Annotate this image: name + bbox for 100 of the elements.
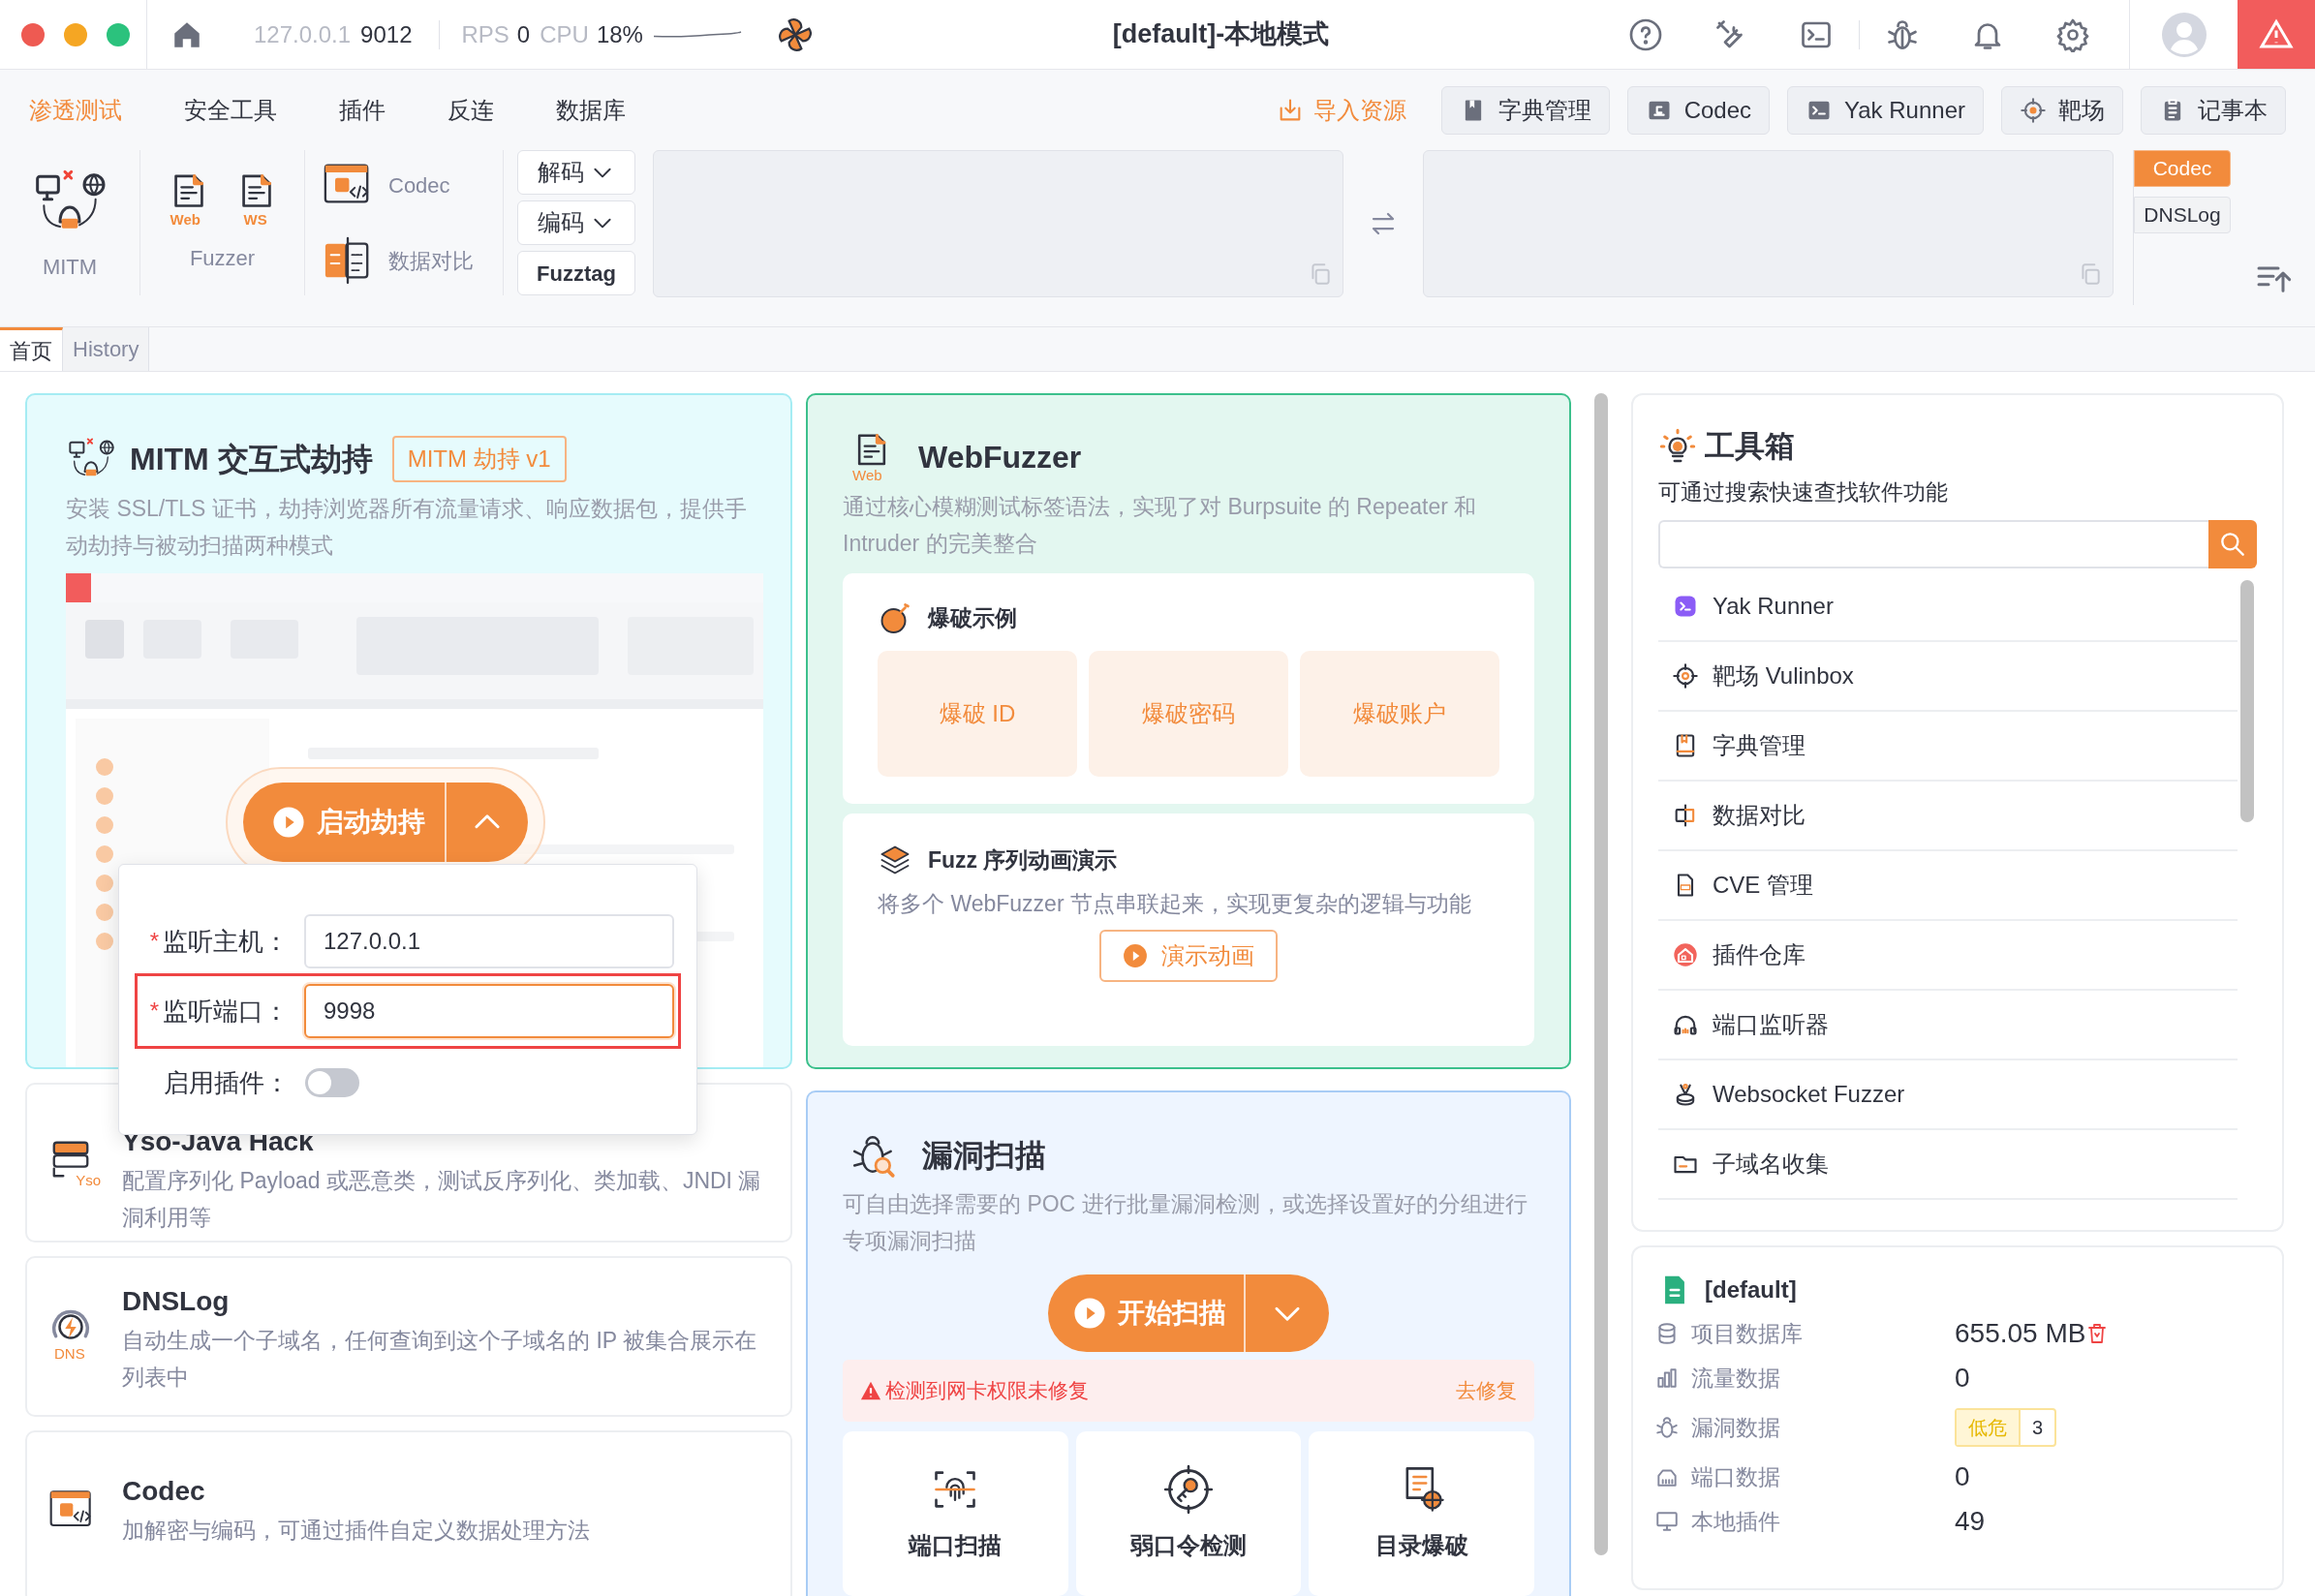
menu-tab[interactable]: 数据库 <box>556 92 626 128</box>
stat-label: 本地插件 <box>1691 1507 1780 1536</box>
stat-value: 655.05 MB <box>1955 1317 2086 1350</box>
feature-card[interactable]: Codec 加解密与编码，可通过插件自定义数据处理方法 <box>25 1430 792 1596</box>
card-title: 漏洞扫描 <box>922 1137 1046 1175</box>
card-description: 配置序列化 Payload 或恶意类，测试反序列化、类加载、JNDI 漏洞利用等 <box>122 1167 762 1232</box>
menu-tab[interactable]: 反连 <box>448 92 494 128</box>
card-subtitle: 可通过搜索快速查找软件功能 <box>1658 477 1949 506</box>
plugin-toggle[interactable] <box>305 1068 359 1097</box>
card-description: 安装 SSL/TLS 证书，劫持浏览器所有流量请求、响应数据包，提供手动劫持与被动扫描两种模式 <box>66 495 748 560</box>
icon-label: DNS <box>54 1346 85 1361</box>
tool-label: MITM <box>42 253 98 281</box>
menu-tab[interactable]: 插件 <box>339 92 386 128</box>
panel-description: 将多个 WebFuzzer 节点串联起来，实现更复杂的逻辑与功能 <box>878 890 1472 918</box>
window-title: [default]-本地模式 <box>1112 18 1330 51</box>
scrollbar-thumb[interactable] <box>2240 580 2254 822</box>
quick-access-button[interactable]: Codec <box>1626 85 1771 135</box>
tool-list-item[interactable]: 字典管理 <box>1658 712 2238 782</box>
input-field[interactable]: 127.0.0.1 <box>304 914 674 968</box>
decode-dropdown[interactable]: 解码 <box>517 150 635 195</box>
field-label: 监听主机： <box>163 925 290 958</box>
warning-icon <box>860 1380 881 1401</box>
card-title: DNSLog <box>122 1285 231 1318</box>
search-button[interactable] <box>2208 520 2257 568</box>
house-icon <box>1672 941 1699 968</box>
tool-list-item[interactable]: CVE 管理 <box>1658 851 2238 921</box>
input-field[interactable]: 9998 <box>304 984 674 1038</box>
icon-label: Yso <box>76 1173 101 1187</box>
stat-value: 0 <box>1955 1460 1970 1493</box>
cpu-label: CPU <box>540 19 589 49</box>
card-description: 自动生成一个子域名，任何查询到这个子域名的 IP 被集合展示在列表中 <box>122 1327 758 1392</box>
tag-count: 3 <box>2031 1416 2045 1440</box>
card-title: WebFuzzer <box>918 439 1082 476</box>
card-title: Codec <box>122 1475 206 1508</box>
search-field[interactable] <box>1658 520 2208 568</box>
port-text: 9012 <box>360 19 413 49</box>
project-name: [default] <box>1705 1275 1797 1304</box>
quick-access-button[interactable]: 记事本 <box>2141 85 2286 135</box>
icon-label: Web <box>852 468 882 482</box>
tool-list-item[interactable]: Yak Runner <box>1658 572 2238 642</box>
tool-list-item[interactable]: 端口监听器 <box>1658 991 2238 1060</box>
stat-label: 流量数据 <box>1691 1364 1780 1393</box>
required-mark: * <box>148 997 160 1026</box>
play-icon <box>272 806 305 839</box>
card-description: 可自由选择需要的 POC 进行批量漏洞检测，或选择设置好的分组进行专项漏洞扫描 <box>843 1190 1528 1255</box>
tool-list-item[interactable]: 子域名收集 <box>1658 1130 2238 1200</box>
input-text-area[interactable] <box>653 150 1343 297</box>
tool-label: Fuzzer <box>189 244 256 272</box>
settings-icon[interactable] <box>2055 16 2090 52</box>
stat-value: 49 <box>1955 1505 1986 1538</box>
fuzztag-button[interactable]: Fuzztag <box>517 251 635 295</box>
play-icon <box>1123 943 1148 968</box>
tool-list-item[interactable]: 数据对比 <box>1658 782 2238 851</box>
stat-label: 项目数据库 <box>1691 1319 1803 1348</box>
help-icon[interactable] <box>1628 16 1663 52</box>
card-description: 加解密与编码，可通过插件自定义数据处理方法 <box>122 1517 591 1545</box>
scan-tool-button[interactable]: 目录爆破 <box>1309 1431 1534 1596</box>
button-label: 启动劫持 <box>317 806 425 839</box>
button-label: 开始扫描 <box>1118 1297 1226 1330</box>
version-badge: MITM 劫持 v1 <box>391 436 567 482</box>
cpu-value: 18% <box>596 19 643 49</box>
host-text: 127.0.0.1 <box>254 19 352 49</box>
card-description: 通过核心模糊测试标签语法，实现了对 Burpsuite 的 Repeater 和 Intruder 的完美整合 <box>843 493 1478 558</box>
stat-label: 端口数据 <box>1691 1462 1780 1491</box>
encode-dropdown[interactable]: 编码 <box>517 200 635 245</box>
panel-title: Fuzz 序列动画演示 <box>928 845 1118 875</box>
feature-card[interactable]: DNS DNSLog 自动生成一个子域名，任何查询到这个子域名的 IP 被集合展示在列表中 <box>25 1256 792 1417</box>
bar-chart-icon <box>1654 1366 1680 1391</box>
tool-list-item[interactable]: 插件仓库 <box>1658 921 2238 991</box>
scrollbar-thumb[interactable] <box>1594 393 1608 1555</box>
page-tab[interactable]: 首页 <box>0 327 63 371</box>
close-button[interactable] <box>21 22 45 46</box>
field-label: 监听端口： <box>163 995 290 1028</box>
bug-icon <box>1654 1415 1680 1440</box>
panel-title: 爆破示例 <box>928 603 1017 632</box>
tag-label: 低危 <box>1957 1410 2021 1445</box>
stat-value: 0 <box>1955 1362 1970 1395</box>
key-icon <box>1163 1464 1214 1515</box>
scan-tool-button[interactable]: 弱口令检测 <box>1075 1431 1302 1596</box>
quick-access-button[interactable]: Yak Runner <box>1787 85 1984 135</box>
warning-text: 检测到网卡权限未修复 <box>885 1378 1089 1404</box>
alert-button[interactable] <box>2238 0 2315 69</box>
monitor-icon <box>1654 1509 1680 1534</box>
required-mark: * <box>148 927 160 956</box>
card-title: 工具箱 <box>1705 428 1795 465</box>
play-icon <box>1073 1297 1106 1330</box>
target-icon <box>2020 96 2047 124</box>
quick-access-button[interactable]: 靶场 <box>2001 85 2123 135</box>
card-title: MITM 交互式劫持 <box>130 441 373 478</box>
rps-value: 0 <box>516 19 531 49</box>
tool-list-item[interactable]: Websocket Fuzzer <box>1658 1060 2238 1130</box>
menu-tab[interactable]: 安全工具 <box>184 92 277 128</box>
scan-tool-button[interactable]: 端口扫描 <box>843 1431 1068 1596</box>
tool-list-item[interactable]: 靶场 Vulinbox <box>1658 642 2238 712</box>
minimize-button[interactable] <box>64 22 87 46</box>
stat-label: 漏洞数据 <box>1691 1413 1780 1442</box>
rps-label: RPS <box>461 19 509 49</box>
side-tab[interactable]: DNSLog <box>2134 197 2231 233</box>
maximize-button[interactable] <box>107 22 130 46</box>
quick-access-button[interactable]: 字典管理 <box>1440 85 1610 135</box>
